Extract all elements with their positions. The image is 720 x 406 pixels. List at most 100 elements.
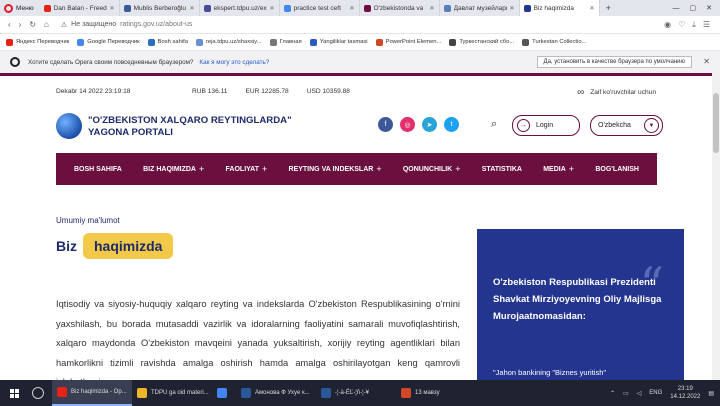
browser-tab[interactable]: Mublis Berberoğlu ✕ [120,0,200,16]
bookmark-item[interactable]: Главная [269,38,302,46]
nav-item[interactable]: FAOLIYAT + [226,164,268,174]
browser-tab-bar: Меню Dan Balan - Freed ✕ Mublis Berberoğlu… [0,0,720,16]
taskbar-search-icon[interactable] [32,387,44,399]
opera-menu-button[interactable]: Меню [0,0,40,16]
home-icon[interactable]: ⌂ [44,20,49,29]
url-host: ratings.gov.uz/about-us [120,21,193,28]
login-button[interactable]: → Login [512,115,580,136]
bookmark-item[interactable]: reja.tdpu.uz/shaxsiy... [195,38,262,46]
clock-time: 23:19 [677,386,693,392]
chevron-down-icon: ▼ [644,118,659,133]
taskbar-app[interactable]: 13 мавзу [396,380,476,406]
browser-tab[interactable]: Biz haqimizda ✕ [519,0,600,16]
currency-rate: USD 10359.88 [306,88,350,95]
nav-item[interactable]: BOSH SAHIFA [74,166,122,173]
back-icon[interactable]: ‹ [8,20,11,29]
taskbar-app[interactable] [212,380,236,406]
settings-icon[interactable]: ☰ [703,20,710,30]
clock-date: 14.12.2022 [670,394,701,400]
twitter-icon[interactable]: t [444,117,459,132]
bookmark-item[interactable]: Yangiliklar tasmasi [309,38,368,46]
bookmark-heart-icon[interactable]: ♡ [678,20,685,30]
bookmark-favicon-icon [269,38,277,46]
bookmark-item[interactable]: Google Переводчик [77,38,140,46]
tab-close-icon[interactable]: ✕ [190,5,195,12]
maximize-icon[interactable]: ▢ [690,4,697,12]
low-vision-toggle[interactable]: ∞ Zaif ko'ruvchilar uchun [577,87,656,98]
search-icon[interactable]: ⌕ [491,118,497,131]
browser-tab[interactable]: ekspert.tdpu.uz/ex ✕ [200,0,280,16]
language-select[interactable]: O'zbekcha ▼ [590,115,663,136]
tab-favicon-icon [443,4,451,12]
minimize-icon[interactable]: — [673,5,680,12]
taskbar-app-icon [401,388,411,398]
reload-icon[interactable]: ↻ [29,20,36,29]
bookmark-item[interactable]: Туркестанский сбо... [449,38,514,46]
nav-item[interactable]: REYTING VA INDEKSLAR + [289,164,382,174]
windows-taskbar: Biz haqimizda - Op... TDPU ga oid materi.… [0,380,720,406]
taskbar-app-label: -¦-à-ÉĽ-¦ñ-¦-¥ [335,390,370,396]
page-scrollbar[interactable] [712,73,720,380]
bookmark-item[interactable]: Яндекс Переводчик [6,38,69,46]
forward-icon[interactable]: › [19,20,22,29]
nav-item[interactable]: MEDIA + [543,164,574,174]
camera-icon[interactable]: ◉ [664,20,671,30]
system-tray: ⌃ ▭ ◁ ENG 23:19 14.12.2022 ▤ [610,380,714,406]
new-tab-button[interactable]: + [600,3,617,13]
tab-close-icon[interactable]: ✕ [350,5,355,12]
tab-favicon-icon [123,4,131,12]
bookmark-item[interactable]: PowerPoint Elemen... [375,38,441,46]
bookmark-item[interactable]: Turkestan Collectio... [522,38,586,46]
scrollbar-thumb[interactable] [713,93,719,153]
start-button[interactable] [0,380,28,406]
taskbar-app-label: 13 мавзу [415,390,440,396]
tab-close-icon[interactable]: ✕ [270,5,275,12]
url-field[interactable]: ⚠ Не защищено ratings.gov.uz/about-us [61,21,193,29]
nav-item[interactable]: STATISTIKA [482,166,522,173]
browser-tab[interactable]: Dan Balan - Freed ✕ [40,0,120,16]
bookmark-item[interactable]: Bosh sahifa [147,38,188,46]
close-notification-icon[interactable]: ✕ [703,57,710,66]
download-icon[interactable]: ⤓ [692,20,696,30]
volume-icon[interactable]: ◁ [637,390,642,397]
browser-tab[interactable]: practice test ceft ✕ [280,0,360,16]
portal-title[interactable]: "O'ZBEKISTON XALQARO REYTINGLARDA" YAGON… [88,115,292,139]
bookmark-favicon-icon [375,38,383,46]
tray-arrow-icon[interactable]: ⌃ [610,390,615,397]
tab-close-icon[interactable]: ✕ [430,5,435,12]
browser-tab[interactable]: O'zbekistonda va ✕ [360,0,440,16]
bookmark-favicon-icon [147,38,155,46]
instagram-icon[interactable]: ◎ [400,117,415,132]
facebook-icon[interactable]: f [378,117,393,132]
tab-favicon-icon [523,4,531,12]
tab-close-icon[interactable]: ✕ [510,5,515,12]
telegram-icon[interactable]: ➤ [422,117,437,132]
currency-rate: RUB 136.11 [192,88,228,95]
nav-item-label: REYTING VA INDEKSLAR [288,165,374,173]
nav-item[interactable]: BOG'LANISH [595,166,639,173]
taskbar-clock[interactable]: 23:19 14.12.2022 [670,385,700,401]
taskbar-app-icon [321,388,331,398]
network-icon[interactable]: ▭ [623,390,629,397]
notifications-icon[interactable]: ▤ [708,390,714,397]
tab-close-icon[interactable]: ✕ [110,5,115,12]
taskbar-app[interactable]: Амонова Ф Ухуе к... [236,380,316,406]
address-bar: ‹ › ↻ ⌂ ⚠ Не защищено ratings.gov.uz/abo… [0,16,720,34]
taskbar-app[interactable]: Biz haqimizda - Op... [52,380,132,406]
tab-label: practice test ceft [293,4,341,12]
bookmark-label: Google Переводчик [87,39,140,45]
keyboard-language[interactable]: ENG [649,390,662,396]
set-default-button[interactable]: Да, установить в качестве браузера по ум… [536,56,692,68]
taskbar-app[interactable]: TDPU ga oid materi... [132,380,212,406]
nav-item[interactable]: BIZ HAQIMIZDA + [143,164,204,174]
plus-icon: + [261,164,268,174]
portal-logo-icon[interactable] [56,113,82,139]
tab-close-icon[interactable]: ✕ [590,5,595,12]
bookmark-favicon-icon [309,38,317,46]
bookmark-favicon-icon [522,38,530,46]
notification-link[interactable]: Как я могу это сделать? [199,59,269,66]
nav-item[interactable]: QONUNCHILIK + [403,164,461,174]
browser-tab[interactable]: Давлат музейлари ✕ [440,0,520,16]
close-window-icon[interactable]: ✕ [706,4,712,12]
taskbar-app[interactable]: -¦-à-ÉĽ-¦ñ-¦-¥ [316,380,396,406]
